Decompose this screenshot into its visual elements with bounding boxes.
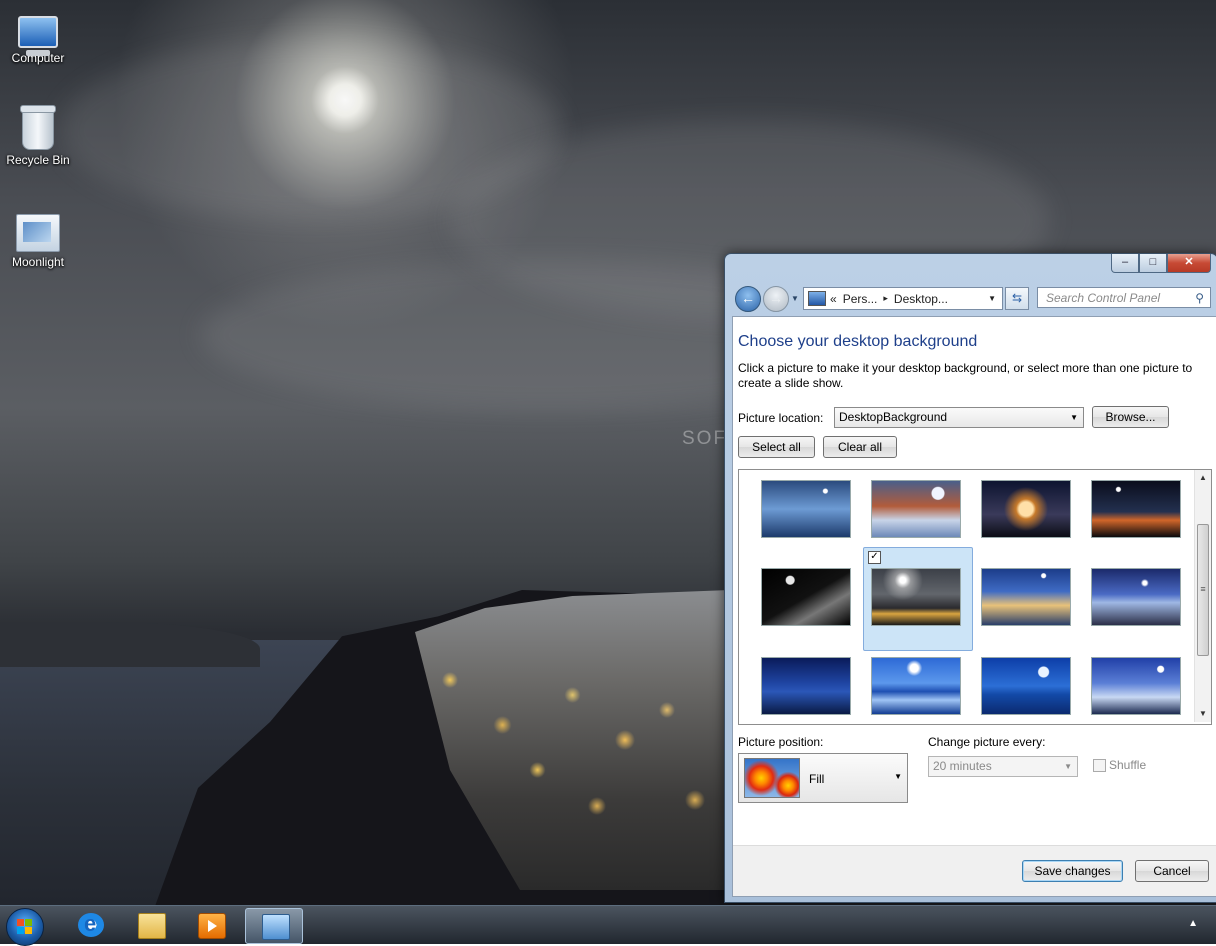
- picture-position-preview: [744, 758, 800, 798]
- taskbar-internet-explorer[interactable]: [62, 908, 118, 942]
- picture-location-label: Picture location:: [738, 411, 824, 425]
- forward-button[interactable]: →: [763, 286, 789, 312]
- desktop-icon-recycle-bin[interactable]: Recycle Bin: [0, 105, 76, 167]
- thumbnail-moon-over-clouds[interactable]: [981, 480, 1071, 538]
- content-pane: Choose your desktop background Click a p…: [732, 316, 1216, 897]
- scrollbar-thumb[interactable]: ≡: [1197, 524, 1209, 656]
- theme-file-icon: [16, 214, 60, 252]
- breadcrumb-separator: ▸: [883, 293, 888, 303]
- change-picture-label: Change picture every:: [928, 735, 1046, 749]
- browse-button[interactable]: Browse...: [1092, 406, 1169, 428]
- gallery-scrollbar[interactable]: ▲ ≡ ▼: [1194, 470, 1211, 722]
- distant-hill: [0, 622, 260, 667]
- personalization-window: – □ ✕ ← → ▼ « Pers... ▸ Desktop... ▼ ⇆ S…: [724, 253, 1216, 903]
- dialog-footer: Save changes Cancel: [733, 845, 1216, 896]
- picture-position-select[interactable]: Fill ▼: [738, 753, 908, 803]
- thumbnail-checkbox[interactable]: ✓: [868, 551, 881, 564]
- computer-icon: [18, 16, 58, 56]
- thumbnail-lighthouse-coast[interactable]: [1091, 568, 1181, 626]
- scroll-down-icon[interactable]: ▼: [1195, 706, 1211, 722]
- search-placeholder: Search Control Panel: [1046, 291, 1161, 305]
- clear-all-button[interactable]: Clear all: [823, 436, 897, 458]
- background-gallery: ✓ ▲ ≡ ▼: [738, 469, 1212, 725]
- breadcrumb-desktop-background[interactable]: Desktop...: [894, 292, 948, 306]
- start-button[interactable]: [6, 908, 44, 946]
- picture-location-select[interactable]: DesktopBackground ▼: [834, 407, 1084, 428]
- folder-icon: [138, 913, 166, 939]
- tray-expand-icon[interactable]: ▲: [1188, 918, 1198, 929]
- chevron-down-icon: ▼: [894, 772, 902, 781]
- thumbnail-lakeside-night[interactable]: [1091, 480, 1181, 538]
- thumbnail-blue-mountains[interactable]: [761, 657, 851, 715]
- thumbnail-castle-night[interactable]: [981, 568, 1071, 626]
- control-panel-icon: [262, 914, 290, 940]
- thumbnail-snowy-forest[interactable]: [1091, 657, 1181, 715]
- address-dropdown-icon[interactable]: ▼: [988, 294, 996, 303]
- desktop-icon-label: Recycle Bin: [6, 153, 70, 167]
- close-button[interactable]: ✕: [1167, 254, 1211, 273]
- address-bar[interactable]: « Pers... ▸ Desktop... ▼: [803, 287, 1003, 310]
- minimize-button[interactable]: –: [1111, 254, 1139, 273]
- cancel-button[interactable]: Cancel: [1135, 860, 1209, 882]
- change-picture-value: 20 minutes: [933, 759, 992, 773]
- desktop-icon-moonlight[interactable]: Moonlight: [0, 214, 76, 269]
- breadcrumb-overflow[interactable]: «: [830, 292, 837, 306]
- chevron-down-icon: ▼: [1070, 413, 1078, 422]
- scroll-up-icon[interactable]: ▲: [1195, 470, 1211, 486]
- recycle-bin-icon: [20, 105, 56, 150]
- thumbnail-moon-reflection[interactable]: [871, 657, 961, 715]
- media-player-icon: [198, 913, 226, 939]
- taskbar-control-panel[interactable]: [245, 908, 303, 944]
- select-all-button[interactable]: Select all: [738, 436, 815, 458]
- recent-pages-dropdown[interactable]: ▼: [791, 294, 799, 303]
- desktop-icon-label: Moonlight: [11, 255, 65, 269]
- window-controls: – □ ✕: [1111, 254, 1211, 274]
- shuffle-checkbox[interactable]: [1093, 759, 1106, 772]
- thumbnail-santorini-moonlight[interactable]: [871, 568, 961, 626]
- maximize-button[interactable]: □: [1139, 254, 1167, 273]
- thumbnail-moon-grass[interactable]: [761, 568, 851, 626]
- chevron-down-icon: ▼: [1064, 762, 1072, 771]
- desktop-icon-computer[interactable]: Computer: [0, 10, 76, 65]
- search-icon[interactable]: ⚲: [1195, 288, 1204, 308]
- navigation-bar: ← → ▼ « Pers... ▸ Desktop... ▼ ⇆ Search …: [733, 284, 1213, 312]
- change-picture-interval-select[interactable]: 20 minutes ▼: [928, 756, 1078, 777]
- page-title: Choose your desktop background: [738, 333, 978, 350]
- picture-position-value: Fill: [809, 772, 825, 786]
- page-description: Click a picture to make it your desktop …: [738, 361, 1193, 390]
- thumbnail-red-canyon-moon[interactable]: [871, 480, 961, 538]
- thumbnail-sea-rocks-moon[interactable]: [761, 480, 851, 538]
- shuffle-label: Shuffle: [1109, 758, 1147, 772]
- internet-explorer-icon: [78, 911, 104, 937]
- breadcrumb-personalization[interactable]: Pers...: [843, 292, 878, 306]
- back-button[interactable]: ←: [735, 286, 761, 312]
- picture-location-value: DesktopBackground: [839, 410, 948, 424]
- taskbar: ▲: [0, 905, 1216, 946]
- control-panel-icon: [808, 291, 826, 306]
- thumbnail-crescent-sea[interactable]: [981, 657, 1071, 715]
- picture-position-label: Picture position:: [738, 735, 824, 749]
- taskbar-media-player[interactable]: [182, 908, 238, 942]
- refresh-button[interactable]: ⇆: [1005, 287, 1029, 310]
- save-changes-button[interactable]: Save changes: [1022, 860, 1123, 882]
- search-input[interactable]: Search Control Panel ⚲: [1037, 287, 1211, 308]
- taskbar-windows-explorer[interactable]: [122, 908, 178, 942]
